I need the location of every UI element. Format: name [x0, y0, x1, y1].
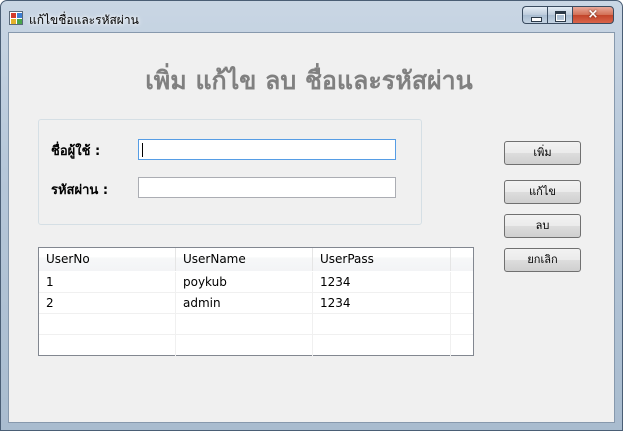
user-data-grid[interactable]: UserNo UserName UserPass 1 poykub 1234 2…: [38, 247, 474, 356]
table-row[interactable]: 1 poykub 1234: [39, 272, 473, 293]
cancel-button[interactable]: ยกเลิก: [504, 248, 581, 272]
caption-buttons: ×: [522, 6, 614, 25]
table-row[interactable]: 2 admin 1234: [39, 293, 473, 314]
password-label: รหัสผ่าน :: [51, 183, 109, 198]
password-input[interactable]: [138, 177, 396, 198]
cell-empty[interactable]: [39, 314, 176, 335]
cell-username[interactable]: admin: [176, 293, 313, 314]
username-input[interactable]: [138, 139, 396, 160]
maximize-button[interactable]: [547, 6, 572, 24]
table-empty-row: [39, 335, 473, 356]
cell-userno[interactable]: 1: [39, 272, 176, 293]
cell-empty: [313, 335, 451, 356]
cell-userpass[interactable]: 1234: [313, 272, 451, 293]
cell-empty: [176, 335, 313, 356]
page-title: เพิ่ม แก้ไข ลบ ชื่อและรหัสผ่าน: [145, 66, 473, 95]
close-icon: ×: [587, 7, 599, 22]
add-button[interactable]: เพิ่ม: [504, 141, 581, 165]
user-input-group: [38, 119, 422, 225]
table-new-row[interactable]: [39, 314, 473, 335]
cell-empty[interactable]: [313, 314, 451, 335]
app-icon[interactable]: [9, 11, 23, 25]
text-cursor: [142, 143, 143, 157]
column-header-userno[interactable]: UserNo: [39, 248, 176, 271]
maximize-icon: [548, 7, 572, 23]
application-window: แก้ไขชื่อและรหัสผ่าน × เพิ่ม แก้ไข ลบ ชื…: [0, 0, 623, 431]
username-label: ชื่อผู้ใช้ :: [51, 144, 101, 159]
grid-header: UserNo UserName UserPass: [39, 248, 473, 271]
minimize-icon: [523, 7, 547, 23]
cell-empty: [39, 335, 176, 356]
delete-button[interactable]: ลบ: [504, 214, 581, 238]
form-client-area: เพิ่ม แก้ไข ลบ ชื่อและรหัสผ่าน ชื่อผู้ใช…: [8, 32, 615, 423]
cell-empty[interactable]: [176, 314, 313, 335]
minimize-button[interactable]: [522, 6, 547, 24]
window-title: แก้ไขชื่อและรหัสผ่าน: [29, 13, 139, 27]
column-header-filler: [451, 248, 473, 271]
edit-button[interactable]: แก้ไข: [504, 180, 581, 204]
cell-userno[interactable]: 2: [39, 293, 176, 314]
column-header-username[interactable]: UserName: [176, 248, 313, 271]
column-header-userpass[interactable]: UserPass: [313, 248, 451, 271]
cell-username[interactable]: poykub: [176, 272, 313, 293]
cell-userpass[interactable]: 1234: [313, 293, 451, 314]
title-bar[interactable]: แก้ไขชื่อและรหัสผ่าน ×: [1, 1, 622, 33]
close-button[interactable]: ×: [572, 6, 614, 24]
